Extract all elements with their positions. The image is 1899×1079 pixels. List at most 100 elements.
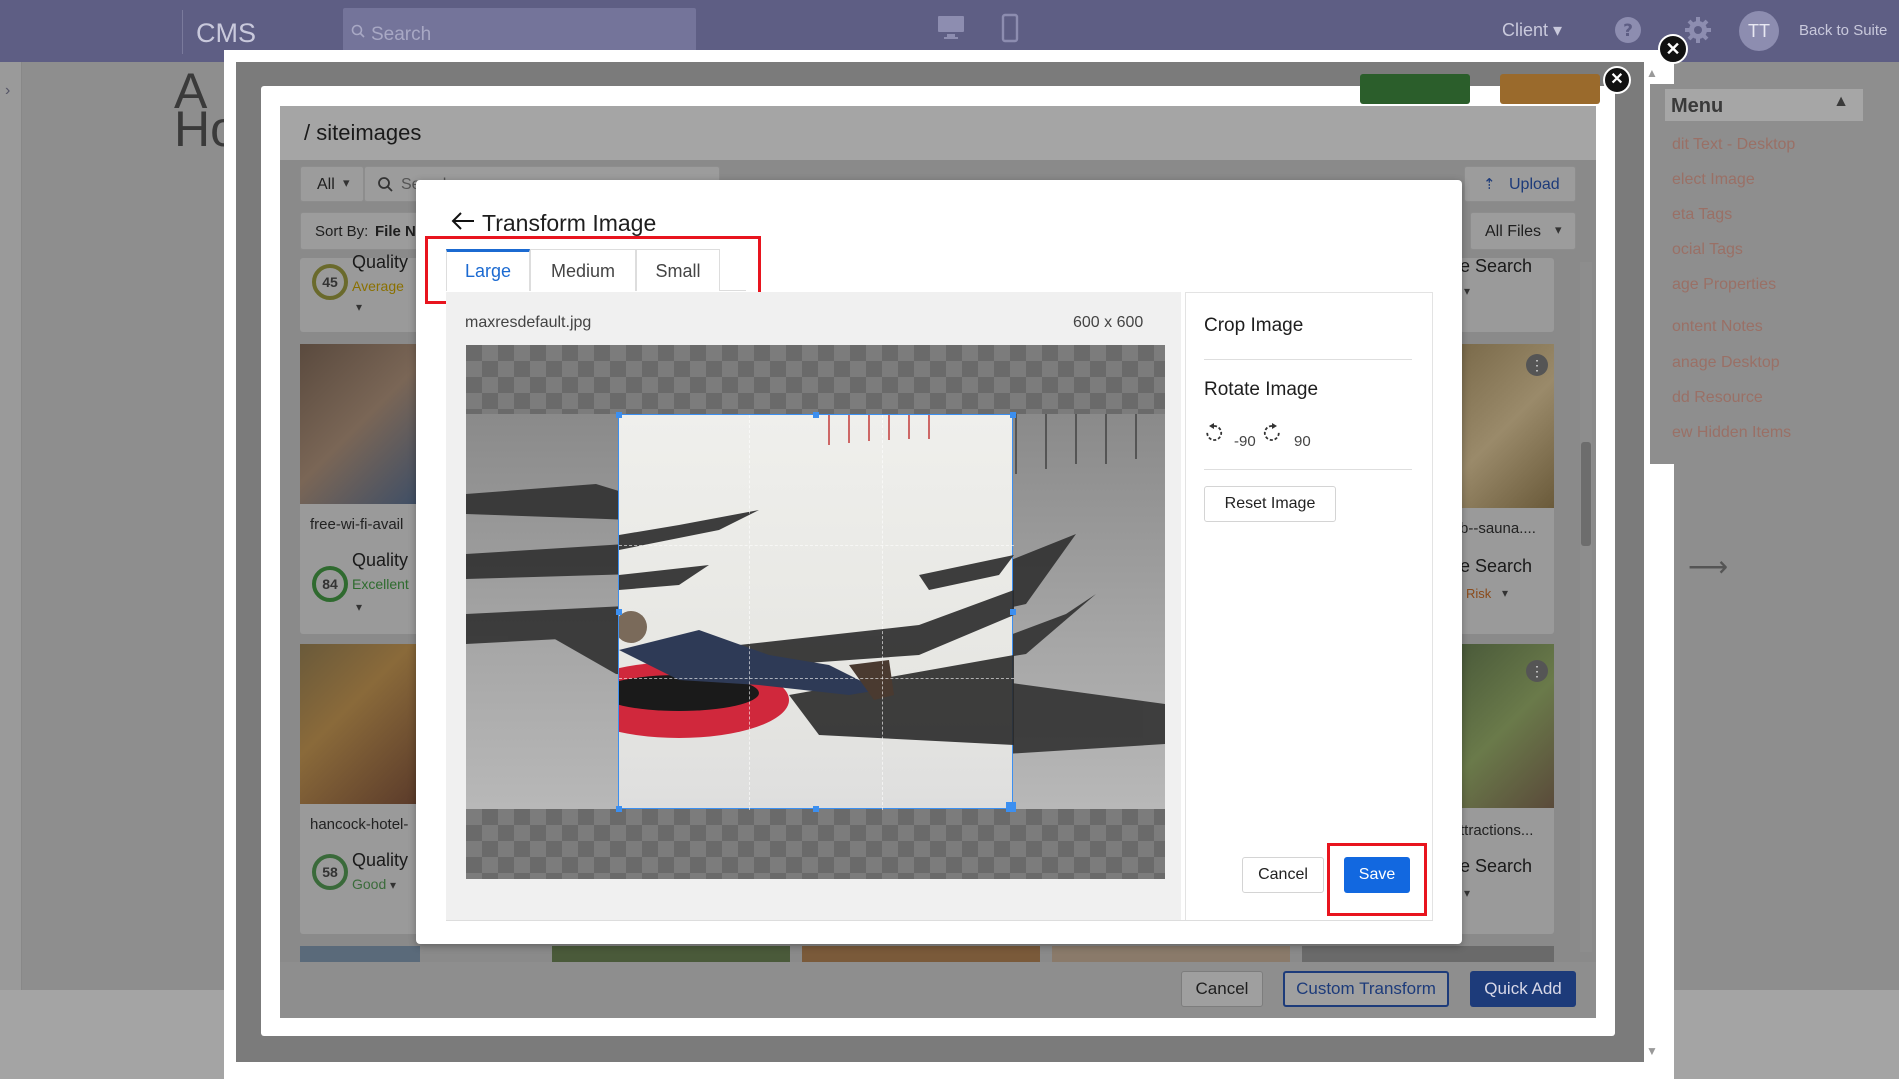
reset-image-button[interactable]: Reset Image — [1204, 486, 1336, 522]
rotate-right-value[interactable]: 90 — [1294, 433, 1311, 450]
custom-transform-button[interactable]: Custom Transform — [1283, 971, 1449, 1007]
menu-item-content-notes[interactable]: ontent Notes — [1672, 318, 1763, 336]
crop-handle-right[interactable] — [1010, 609, 1016, 615]
image-thumbnail[interactable] — [300, 644, 420, 804]
site-images-scrollbar[interactable] — [1580, 262, 1592, 952]
rotate-right-icon[interactable] — [1262, 423, 1282, 448]
image-file-name: hancock-hotel- — [310, 816, 409, 833]
middle-close-icon[interactable]: ✕ — [1603, 66, 1631, 94]
background-orange-button — [1500, 74, 1600, 104]
quality-score-ring: 58 — [312, 854, 348, 890]
crop-guide — [619, 545, 1014, 546]
image-card[interactable]: e Search ▾ — [1460, 256, 1554, 332]
crop-guide — [749, 415, 750, 810]
app-name[interactable]: CMS — [196, 18, 256, 49]
rotate-left-icon[interactable] — [1204, 423, 1224, 448]
menu-item-social-tags[interactable]: ocial Tags — [1672, 241, 1743, 259]
chevron-down-icon[interactable]: ▾ — [390, 878, 396, 892]
crop-guide — [882, 415, 883, 810]
chevron-down-icon[interactable]: ▾ — [356, 600, 362, 614]
crop-handle-bottom-right[interactable] — [1006, 802, 1016, 812]
background-green-button — [1360, 74, 1470, 104]
menu-item-page-properties[interactable]: age Properties — [1672, 276, 1776, 294]
image-card[interactable]: hancock-hotel- 58 Quality Good ▾ — [300, 644, 420, 934]
client-label: Client — [1502, 20, 1549, 40]
menu-item-edit-text[interactable]: dit Text - Desktop — [1672, 136, 1795, 154]
gear-icon[interactable] — [1684, 16, 1712, 49]
image-file-name: free-wi-fi-avail — [310, 516, 404, 533]
image-thumbnail[interactable] — [802, 946, 1040, 962]
site-images-cancel-button[interactable]: Cancel — [1181, 971, 1263, 1007]
image-thumbnail[interactable] — [552, 946, 790, 962]
card-rating: Risk — [1466, 586, 1492, 601]
image-card[interactable]: 45 Quality Average ▾ — [300, 252, 420, 332]
image-card[interactable]: free-wi-fi-avail 84 Quality Excellent ▾ — [300, 344, 420, 634]
chevron-down-icon[interactable]: ▾ — [1464, 886, 1470, 900]
avatar[interactable]: TT — [1739, 11, 1779, 51]
quality-score-ring: 45 — [312, 264, 348, 300]
crop-handle-bottom-left[interactable] — [616, 806, 622, 812]
image-card[interactable]: ⋮ b--sauna.... e Search Risk ▾ — [1460, 344, 1554, 634]
menu-item-view-hidden-items[interactable]: ew Hidden Items — [1672, 424, 1791, 442]
transform-cancel-button[interactable]: Cancel — [1242, 857, 1324, 893]
crop-image-option[interactable]: Crop Image — [1204, 315, 1303, 337]
image-thumbnail[interactable] — [1302, 946, 1554, 962]
chevron-down-icon: ▾ — [1555, 222, 1562, 237]
help-icon[interactable]: ? — [1614, 16, 1642, 49]
site-images-title: / siteimages — [304, 120, 422, 145]
menu-item-meta-tags[interactable]: eta Tags — [1672, 206, 1732, 224]
mobile-view-icon[interactable] — [1001, 13, 1019, 48]
global-search-input[interactable]: Search — [343, 8, 696, 56]
chevron-down-icon: ▾ — [343, 175, 350, 190]
filter-dropdown[interactable]: All ▾ — [300, 166, 364, 202]
more-options-icon[interactable]: ⋮ — [1526, 354, 1548, 376]
scroll-down-icon[interactable]: ▼ — [1646, 1044, 1658, 1058]
menu-item-add-resource[interactable]: dd Resource — [1672, 389, 1763, 407]
scroll-up-icon[interactable]: ▲ — [1646, 66, 1658, 80]
chevron-down-icon[interactable]: ▾ — [356, 300, 362, 314]
more-options-icon[interactable]: ⋮ — [1526, 660, 1548, 682]
scrollbar-thumb[interactable] — [1581, 442, 1591, 546]
all-files-dropdown[interactable]: All Files ▾ — [1470, 212, 1576, 250]
client-dropdown[interactable]: Client ▾ — [1502, 20, 1562, 41]
filter-label: All — [317, 176, 335, 193]
back-arrow-icon[interactable] — [450, 211, 476, 236]
crop-canvas[interactable] — [466, 345, 1165, 879]
card-label: e Search — [1460, 556, 1533, 576]
crop-handle-left[interactable] — [616, 609, 622, 615]
desktop-view-icon[interactable] — [936, 14, 966, 45]
all-files-label: All Files — [1485, 223, 1542, 240]
back-to-suite-link[interactable]: Back to Suite — [1799, 22, 1887, 39]
crop-handle-top-left[interactable] — [616, 412, 622, 418]
crop-selection[interactable] — [616, 412, 1016, 812]
search-placeholder: Search — [371, 24, 432, 45]
divider — [1204, 469, 1412, 470]
left-collapse-strip[interactable]: › — [0, 62, 22, 992]
crop-handle-top-right[interactable] — [1010, 412, 1016, 418]
quality-label: Quality — [352, 550, 409, 570]
transform-options-panel: Crop Image Rotate Image -90 90 Reset Ima… — [1185, 292, 1433, 920]
editor-menu-panel: Menu ▲ dit Text - Desktop elect Image eta… — [1650, 84, 1870, 464]
rotate-image-heading: Rotate Image — [1204, 379, 1319, 400]
image-thumbnail[interactable] — [1052, 946, 1290, 962]
search-icon — [377, 176, 393, 197]
chevron-down-icon[interactable]: ▾ — [1464, 284, 1470, 298]
outer-close-icon[interactable]: ✕ — [1658, 34, 1688, 64]
quick-add-button[interactable]: Quick Add — [1470, 971, 1576, 1007]
menu-item-select-image[interactable]: elect Image — [1672, 171, 1755, 189]
chevron-down-icon[interactable]: ▾ — [1502, 586, 1508, 600]
upload-button[interactable]: ⇡ Upload — [1464, 166, 1576, 202]
menu-item-manage-desktop[interactable]: anage Desktop — [1672, 354, 1780, 372]
image-file-name: maxresdefault.jpg — [465, 314, 592, 331]
rotate-left-value[interactable]: -90 — [1234, 433, 1256, 450]
image-card[interactable]: ⋮ ttractions... e Search ▾ — [1460, 644, 1554, 934]
quality-rating: Excellent — [352, 576, 409, 592]
sort-dropdown[interactable]: Sort By: File N — [300, 212, 430, 250]
image-thumbnail[interactable] — [300, 946, 420, 962]
chevron-up-icon[interactable]: ▲ — [1833, 93, 1849, 111]
arrow-right-icon[interactable]: ⟶ — [1688, 550, 1728, 583]
image-thumbnail[interactable] — [300, 344, 420, 504]
upload-icon: ⇡ — [1483, 176, 1496, 193]
crop-handle-bottom[interactable] — [813, 806, 819, 812]
crop-handle-top[interactable] — [813, 412, 819, 418]
